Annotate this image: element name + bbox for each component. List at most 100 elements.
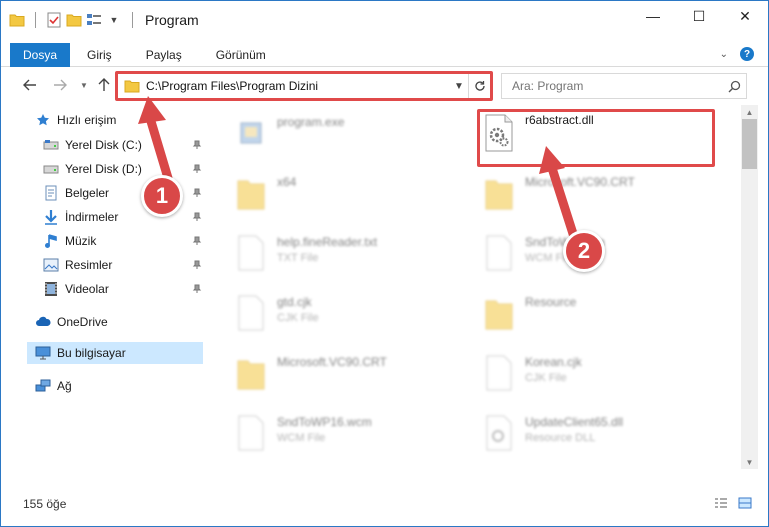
forward-button[interactable] xyxy=(49,74,71,96)
sidebar-item-local-disk-d[interactable]: Yerel Disk (D:) xyxy=(43,158,203,180)
scroll-thumb[interactable] xyxy=(742,119,757,169)
customize-toolbar-icon[interactable]: ▼ xyxy=(106,12,122,28)
sidebar-item-label: Resimler xyxy=(65,258,113,272)
window-title: Program xyxy=(145,12,199,28)
file-item[interactable]: Korean.cjk CJK File xyxy=(481,347,721,403)
sidebar-item-pictures[interactable]: Resimler xyxy=(43,254,203,276)
tab-view[interactable]: Görünüm xyxy=(199,43,283,67)
tab-share[interactable]: Paylaş xyxy=(129,43,199,67)
file-item[interactable]: help.fineReader.txt TXT File xyxy=(233,227,473,283)
folder-icon xyxy=(233,171,269,215)
sidebar-item-label: Hızlı erişim xyxy=(57,113,117,127)
file-meta: gtd.cjk CJK File xyxy=(277,295,319,324)
tiles-view-icon[interactable] xyxy=(738,497,752,512)
status-bar: 155 öğe xyxy=(1,493,768,515)
properties-icon[interactable] xyxy=(46,12,62,28)
navigation-pane: Hızlı erişim Yerel Disk (C:) Yerel Disk … xyxy=(1,105,206,461)
search-icon[interactable] xyxy=(722,80,746,93)
sidebar-item-quick-access[interactable]: Hızlı erişim xyxy=(35,109,195,131)
pin-icon[interactable] xyxy=(191,283,203,295)
pictures-icon xyxy=(43,257,59,273)
step-callout-1: 1 xyxy=(141,175,183,217)
computer-icon xyxy=(35,345,51,361)
sidebar-item-label: Yerel Disk (D:) xyxy=(65,162,142,176)
file-item[interactable]: gtd.cjk CJK File xyxy=(233,287,473,343)
sidebar-item-label: Belgeler xyxy=(65,186,110,200)
address-row: ▼ C:\Program Files\Program Dizini ▼ xyxy=(1,70,768,101)
tab-home[interactable]: Giriş xyxy=(70,43,129,67)
sidebar-item-label: OneDrive xyxy=(57,315,108,329)
video-icon xyxy=(43,281,59,297)
folder-icon xyxy=(481,171,517,215)
scroll-up-icon[interactable]: ▲ xyxy=(741,105,758,119)
close-button[interactable]: ✕ xyxy=(722,1,768,31)
scroll-down-icon[interactable]: ▼ xyxy=(741,455,758,469)
file-icon xyxy=(481,231,517,275)
file-item[interactable]: Resource xyxy=(481,287,721,343)
file-item[interactable]: SndToWP16.wcm WCM File xyxy=(233,407,473,461)
up-button[interactable] xyxy=(93,74,115,96)
file-name: Microsoft.VC90.CRT xyxy=(525,175,635,189)
file-item[interactable]: x64 xyxy=(233,167,473,223)
pin-icon[interactable] xyxy=(191,163,203,175)
network-icon xyxy=(35,378,51,394)
sidebar-item-label: İndirmeler xyxy=(65,210,119,224)
address-highlight-box xyxy=(115,71,493,101)
maximize-button[interactable]: ☐ xyxy=(676,1,722,31)
details-view-icon[interactable] xyxy=(714,497,728,512)
file-name: help.fineReader.txt xyxy=(277,235,378,249)
search-input[interactable] xyxy=(512,79,722,93)
back-button[interactable] xyxy=(19,74,41,96)
sidebar-item-videos[interactable]: Videolar xyxy=(43,278,203,300)
item-count: 155 öğe xyxy=(23,497,67,511)
new-folder-icon[interactable] xyxy=(66,12,82,28)
pin-icon[interactable] xyxy=(191,187,203,199)
sidebar-item-network[interactable]: Ağ xyxy=(35,375,195,397)
search-box[interactable] xyxy=(501,73,747,99)
minimize-button[interactable]: — xyxy=(630,1,676,31)
pin-icon[interactable] xyxy=(191,235,203,247)
file-item[interactable]: Microsoft.VC90.CRT xyxy=(233,347,473,403)
vertical-scrollbar[interactable]: ▲ ▼ xyxy=(741,105,758,469)
divider xyxy=(132,12,133,28)
file-name: Korean.cjk xyxy=(525,355,582,369)
ribbon-right: ⌄ ? xyxy=(720,47,754,61)
sidebar-item-label: Videolar xyxy=(65,282,109,296)
documents-icon xyxy=(43,185,59,201)
file-icon xyxy=(481,351,517,395)
view-options-icon[interactable] xyxy=(86,12,102,28)
sidebar-item-this-pc[interactable]: Bu bilgisayar xyxy=(27,342,203,364)
sidebar-item-music[interactable]: Müzik xyxy=(43,230,203,252)
sidebar-item-local-disk-c[interactable]: Yerel Disk (C:) xyxy=(43,134,203,156)
file-item[interactable]: UpdateClient65.dll Resource DLL xyxy=(481,407,721,461)
sidebar-item-onedrive[interactable]: OneDrive xyxy=(35,311,195,333)
sidebar-item-label: Müzik xyxy=(65,234,97,248)
file-type: TXT File xyxy=(277,252,319,264)
cloud-icon xyxy=(35,314,51,330)
folder-icon xyxy=(233,351,269,395)
pin-icon[interactable] xyxy=(191,259,203,271)
file-name: program.exe xyxy=(277,115,345,129)
recent-locations-button[interactable]: ▼ xyxy=(73,74,95,96)
file-meta: help.fineReader.txt TXT File xyxy=(277,235,377,264)
quick-access-toolbar: ▼ Program xyxy=(9,1,199,39)
tab-file[interactable]: Dosya xyxy=(10,42,71,67)
file-meta: program.exe xyxy=(277,115,344,129)
view-toggle xyxy=(714,497,752,512)
drive-icon xyxy=(43,137,59,153)
file-highlight-box xyxy=(477,109,715,167)
file-name: UpdateClient65.dll xyxy=(525,415,624,429)
file-item[interactable]: program.exe xyxy=(233,107,473,163)
expand-ribbon-icon[interactable]: ⌄ xyxy=(720,49,728,60)
divider xyxy=(35,12,36,28)
file-meta: SndToWP16.wcm WCM File xyxy=(277,415,372,444)
file-type: Resource DLL xyxy=(525,432,596,444)
file-item[interactable]: Microsoft.VC90.CRT xyxy=(481,167,721,223)
help-icon[interactable]: ? xyxy=(740,47,754,61)
pin-icon[interactable] xyxy=(191,139,203,151)
explorer-window: ▼ Program — ☐ ✕ Dosya Giriş Paylaş Görün… xyxy=(0,0,769,527)
sidebar-item-downloads[interactable]: İndirmeler xyxy=(43,206,203,228)
sidebar-item-label: Ağ xyxy=(57,379,72,393)
ribbon-tabs: Dosya Giriş Paylaş Görünüm ⌄ ? xyxy=(1,42,768,67)
pin-icon[interactable] xyxy=(191,211,203,223)
